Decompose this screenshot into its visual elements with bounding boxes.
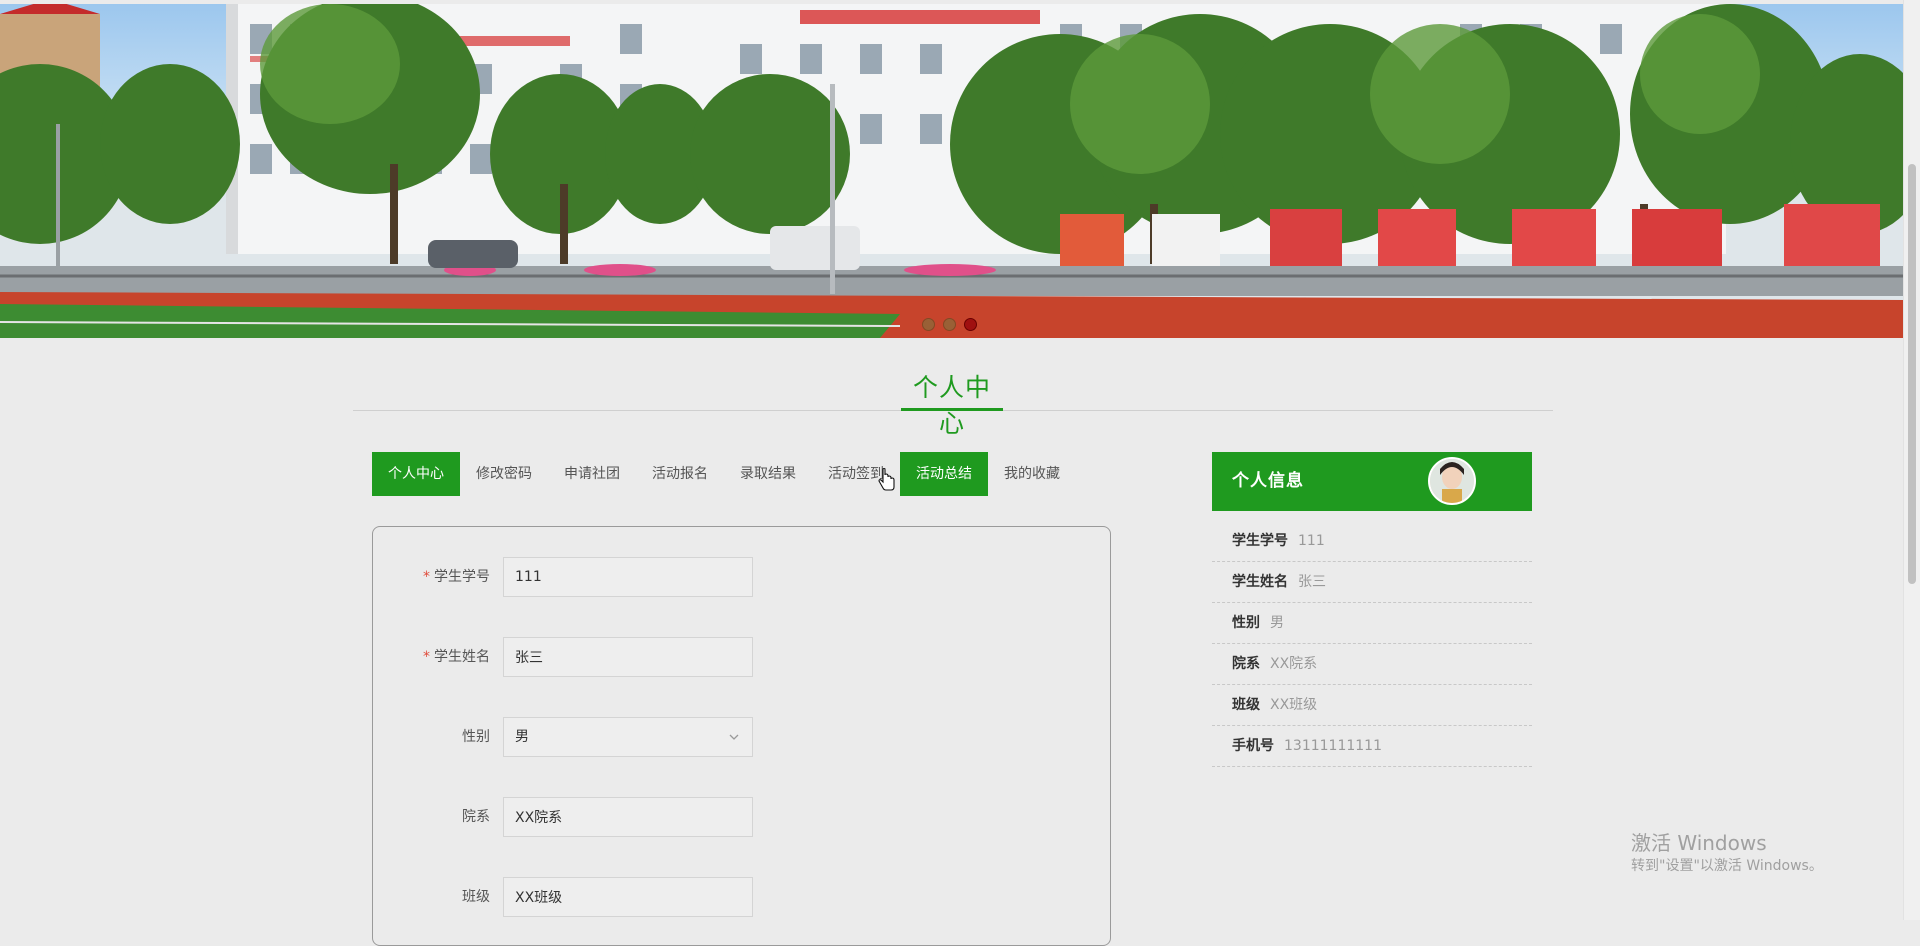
avatar[interactable] — [1428, 457, 1476, 505]
tab-admission-results[interactable]: 录取结果 — [724, 452, 812, 496]
info-key: 学生姓名 — [1232, 574, 1288, 590]
info-value: 111 — [1298, 533, 1325, 549]
form-row-gender: 性别 男 — [373, 717, 1110, 757]
info-key: 学生学号 — [1232, 533, 1288, 549]
tab-my-favorites[interactable]: 我的收藏 — [988, 452, 1076, 496]
tab-activity-signup[interactable]: 活动报名 — [636, 452, 724, 496]
tab-personal-center[interactable]: 个人中心 — [372, 452, 460, 496]
page-title: 个人中心 — [912, 373, 991, 438]
info-value: 张三 — [1298, 574, 1326, 590]
carousel-dot-3[interactable] — [964, 318, 977, 331]
info-row-student-name: 学生姓名 张三 — [1212, 562, 1532, 603]
info-key: 性别 — [1232, 615, 1260, 631]
class-label: 班级 — [462, 889, 490, 905]
activation-watermark-title: 激活 Windows — [1631, 831, 1767, 855]
student-id-input[interactable] — [503, 557, 753, 597]
profile-card-header: 个人信息 — [1212, 452, 1532, 511]
gender-select[interactable]: 男 — [503, 717, 753, 757]
info-key: 班级 — [1232, 697, 1260, 713]
tab-change-password[interactable]: 修改密码 — [460, 452, 548, 496]
info-value: 13111111111 — [1284, 738, 1382, 754]
profile-form: *学生学号 *学生姓名 性别 男 院系 班级 — [372, 526, 1111, 946]
activation-watermark-hint: 转到"设置"以激活 Windows。 — [1631, 858, 1823, 874]
department-label: 院系 — [462, 809, 490, 825]
chevron-down-icon — [729, 734, 739, 740]
department-input[interactable] — [503, 797, 753, 837]
banner-carousel[interactable] — [0, 4, 1904, 338]
banner-image — [0, 4, 1904, 338]
tab-apply-club[interactable]: 申请社团 — [548, 452, 636, 496]
required-star: * — [423, 569, 430, 585]
info-row-class: 班级 XX班级 — [1212, 685, 1532, 726]
info-row-phone: 手机号 13111111111 — [1212, 726, 1532, 767]
info-value: XX班级 — [1270, 697, 1318, 713]
profile-info-list: 学生学号 111 学生姓名 张三 性别男 院系 XX院系 班级 XX班级 手机号 1311… — [1212, 521, 1532, 767]
gender-label: 性别 — [462, 729, 490, 745]
info-value: 男 — [1270, 615, 1284, 631]
student-name-label: * 学生姓名 — [423, 649, 490, 665]
carousel-indicators — [922, 318, 977, 331]
info-value: XX院系 — [1270, 656, 1318, 672]
avatar-image — [1430, 459, 1474, 503]
carousel-dot-1[interactable] — [922, 318, 935, 331]
info-key: 手机号 — [1232, 738, 1274, 754]
form-row-student-name: * 学生姓名 — [373, 637, 1110, 677]
page-scrollbar[interactable] — [1903, 0, 1920, 920]
account-tabs: 个人中心 修改密码 申请社团 活动报名 录取结果 活动签到 活动总结 我的收藏 — [372, 452, 1076, 496]
info-row-department: 院系 XX院系 — [1212, 644, 1532, 685]
profile-card-title: 个人信息 — [1232, 471, 1304, 491]
student-id-label: * 学生学号 — [423, 569, 490, 585]
class-input[interactable] — [503, 877, 753, 917]
info-key: 院系 — [1232, 656, 1260, 672]
info-row-gender: 性别男 — [1212, 603, 1532, 644]
form-row-student-id: * 学生学号 — [373, 557, 1110, 597]
form-row-department: 院系 — [373, 797, 1110, 837]
student-name-input[interactable] — [503, 637, 753, 677]
page-title-underline — [901, 408, 1003, 411]
info-row-student-id: 学生学号 111 — [1212, 521, 1532, 562]
scrollbar-thumb[interactable] — [1908, 164, 1916, 584]
gender-select-value: 男 — [515, 729, 529, 745]
carousel-dot-2[interactable] — [943, 318, 956, 331]
required-star: * — [423, 649, 430, 665]
tab-activity-summary[interactable]: 活动总结 — [900, 452, 988, 496]
form-row-class: 班级 — [373, 877, 1110, 917]
hand-pointer-icon — [878, 468, 895, 491]
